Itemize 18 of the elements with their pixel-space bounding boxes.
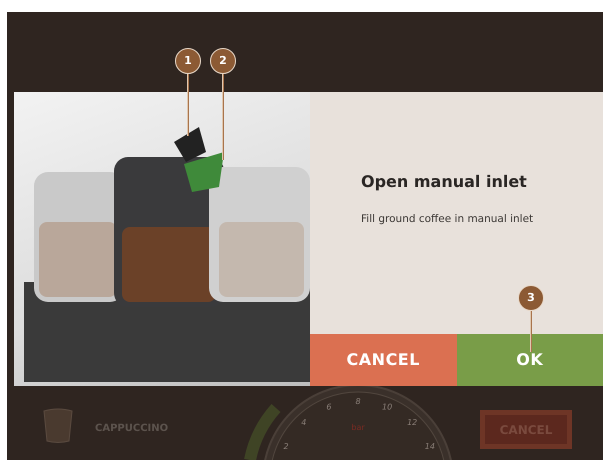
dialog-title: Open manual inlet	[361, 171, 528, 193]
gauge-tick-label: 6	[326, 402, 332, 412]
callout-marker: 1	[175, 48, 201, 74]
dialog-message: Fill ground coffee in manual inlet	[361, 212, 534, 227]
gauge-tick-label: 14	[424, 442, 435, 451]
callout-marker: 2	[210, 48, 236, 74]
ok-button[interactable]: OK	[456, 334, 603, 386]
gauge-tick-label: 4	[301, 418, 306, 428]
cup-icon	[42, 408, 74, 444]
gauge-tick-label: 12	[407, 418, 418, 428]
pressure-range-arc	[244, 404, 281, 460]
gauge-tick-label: 2	[284, 442, 289, 451]
leader-line	[530, 311, 532, 352]
leader-line	[187, 74, 189, 136]
cancel-button[interactable]: CANCEL	[310, 334, 456, 386]
gauge-tick-label: 8	[355, 397, 361, 406]
gauge-tick-label: 10	[382, 402, 392, 412]
gauge-unit: bar	[351, 423, 365, 432]
